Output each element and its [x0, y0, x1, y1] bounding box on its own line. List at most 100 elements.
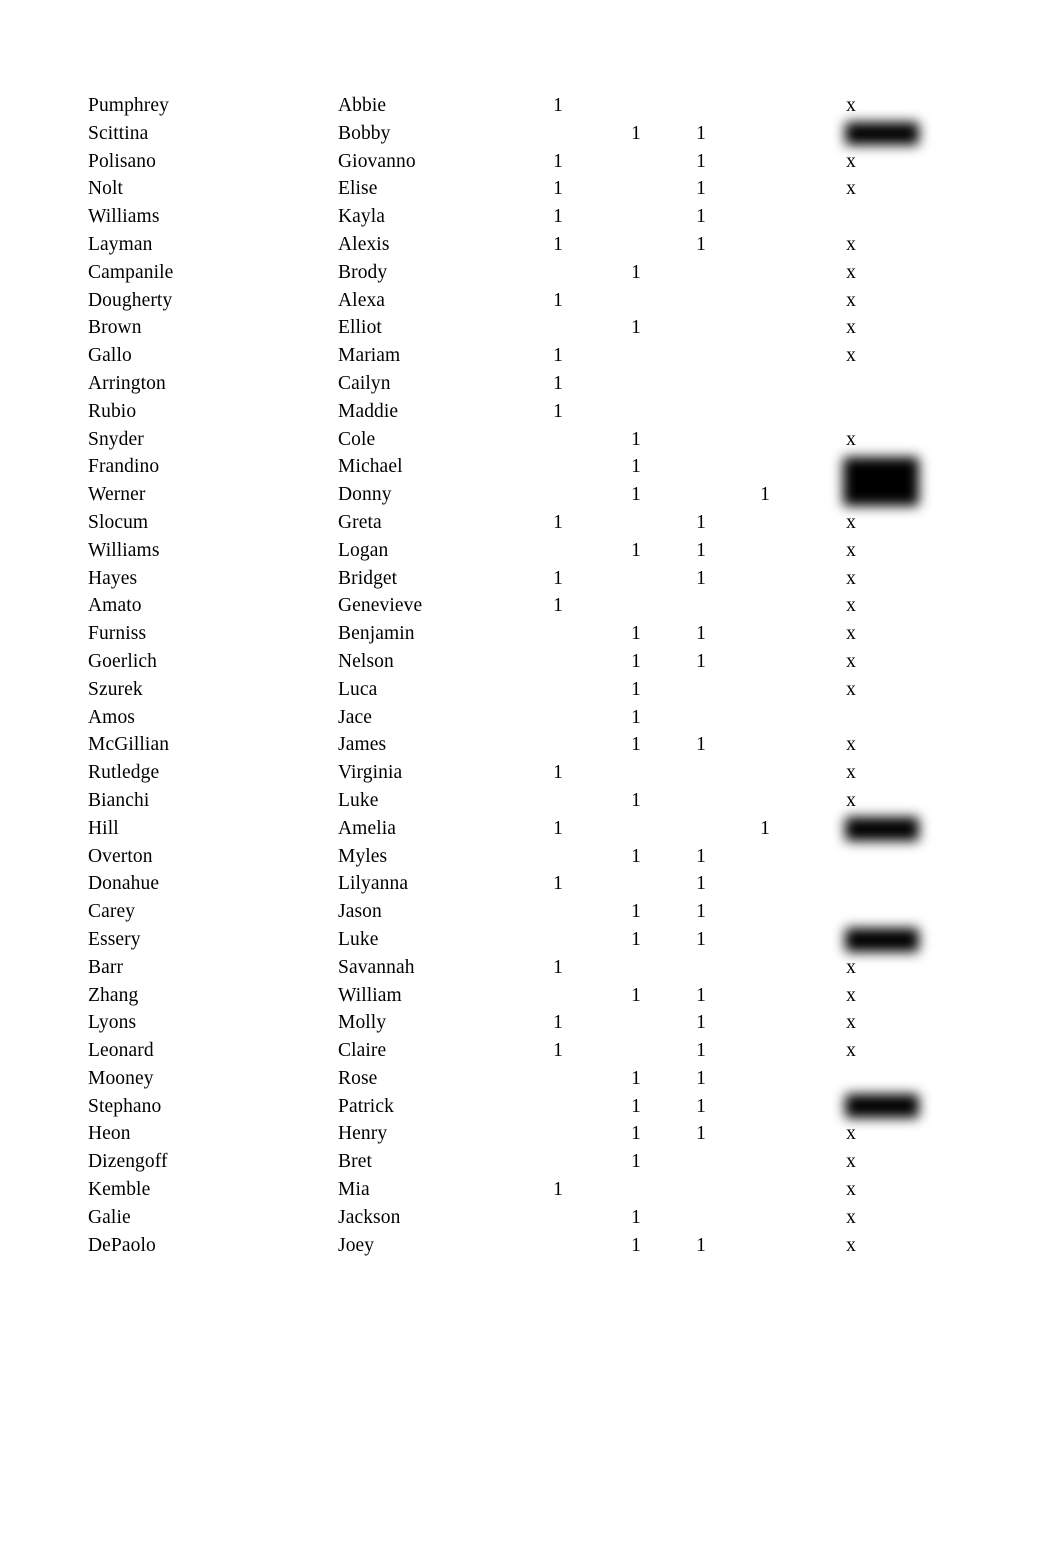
mark-cell: x — [846, 317, 856, 339]
value-cell-4: 1 — [760, 817, 770, 839]
first-name-cell: Benjamin — [338, 623, 415, 645]
table-row: Rutledge Virginia 1 x — [0, 762, 1062, 790]
last-name-cell: Polisano — [88, 150, 156, 172]
value-cell-3: 1 — [696, 178, 706, 200]
value-cell-2: 1 — [631, 706, 641, 728]
first-name-cell: Bridget — [338, 567, 398, 589]
last-name-cell: Rutledge — [88, 762, 160, 784]
value-cell-1: 1 — [553, 150, 563, 172]
mark-cell: x — [846, 178, 856, 200]
table-row: Nolt Elise 1 1 x — [0, 178, 1062, 206]
roster-sheet: Pumphrey Abbie 1 x Scittina Bobby 1 1 Polisano Gi… — [0, 0, 1062, 1561]
value-cell-2: 1 — [631, 1151, 641, 1173]
mark-cell: x — [846, 233, 856, 255]
mark-cell: x — [846, 289, 856, 311]
first-name-cell: Donny — [338, 484, 392, 506]
last-name-cell: Snyder — [88, 428, 144, 450]
table-row: Carey Jason 1 1 — [0, 901, 1062, 929]
table-row: Leonard Claire 1 1 x — [0, 1040, 1062, 1068]
table-row: DePaolo Joey 1 1 x — [0, 1235, 1062, 1263]
first-name-cell: Giovanno — [338, 150, 416, 172]
value-cell-1: 1 — [553, 567, 563, 589]
last-name-cell: Heon — [88, 1123, 131, 1145]
value-cell-2: 1 — [631, 789, 641, 811]
mark-cell: x — [846, 678, 856, 700]
first-name-cell: Amelia — [338, 817, 396, 839]
value-cell-2: 1 — [631, 456, 641, 478]
first-name-cell: Abbie — [338, 95, 387, 116]
mark-cell: x — [846, 1206, 856, 1228]
last-name-cell: Campanile — [88, 261, 174, 283]
first-name-cell: Luke — [338, 928, 379, 950]
first-name-cell: Michael — [338, 456, 403, 478]
value-cell-1: 1 — [553, 95, 563, 116]
last-name-cell: Williams — [88, 539, 160, 561]
value-cell-2: 1 — [631, 984, 641, 1006]
last-name-cell: Werner — [88, 484, 146, 506]
first-name-cell: Genevieve — [338, 595, 423, 617]
last-name-cell: Amos — [88, 706, 135, 728]
value-cell-1: 1 — [553, 511, 563, 533]
value-cell-3: 1 — [696, 623, 706, 645]
first-name-cell: Myles — [338, 845, 388, 867]
last-name-cell: McGillian — [88, 734, 170, 756]
mark-cell: x — [846, 428, 856, 450]
mark-cell: x — [846, 567, 856, 589]
table-row: Amos Jace 1 — [0, 707, 1062, 735]
last-name-cell: Dizengoff — [88, 1151, 168, 1173]
first-name-cell: Rose — [338, 1067, 378, 1089]
table-row: Bianchi Luke 1 x — [0, 790, 1062, 818]
table-row: McGillian James 1 1 x — [0, 734, 1062, 762]
last-name-cell: DePaolo — [88, 1234, 156, 1256]
value-cell-4: 1 — [760, 484, 770, 506]
last-name-cell: Slocum — [88, 511, 149, 533]
table-row: Amato Genevieve 1 x — [0, 595, 1062, 623]
first-name-cell: Jackson — [338, 1206, 401, 1228]
value-cell-2: 1 — [631, 901, 641, 923]
value-cell-3: 1 — [696, 1234, 706, 1256]
last-name-cell: Dougherty — [88, 289, 173, 311]
table-row: Rubio Maddie 1 — [0, 401, 1062, 429]
last-name-cell: Nolt — [88, 178, 124, 200]
last-name-cell: Scittina — [88, 122, 149, 144]
mark-cell: x — [846, 984, 856, 1006]
value-cell-2: 1 — [631, 261, 641, 283]
table-row: Kemble Mia 1 x — [0, 1179, 1062, 1207]
last-name-cell: Kemble — [88, 1179, 151, 1201]
mark-cell: x — [846, 261, 856, 283]
value-cell-1: 1 — [553, 400, 563, 422]
value-cell-1: 1 — [553, 956, 563, 978]
last-name-cell: Galie — [88, 1206, 131, 1228]
last-name-cell: Bianchi — [88, 789, 150, 811]
mark-cell: x — [846, 1234, 856, 1256]
value-cell-3: 1 — [696, 1123, 706, 1145]
mark-cell: x — [846, 734, 856, 756]
table-row: Goerlich Nelson 1 1 x — [0, 651, 1062, 679]
first-name-cell: William — [338, 984, 402, 1006]
value-cell-3: 1 — [696, 511, 706, 533]
first-name-cell: Molly — [338, 1012, 387, 1034]
value-cell-3: 1 — [696, 984, 706, 1006]
last-name-cell: Layman — [88, 233, 153, 255]
table-row: Stephano Patrick 1 1 — [0, 1096, 1062, 1124]
table-row: Scittina Bobby 1 1 — [0, 123, 1062, 151]
value-cell-1: 1 — [553, 817, 563, 839]
mark-cell: x — [846, 95, 856, 116]
last-name-cell: Essery — [88, 928, 141, 950]
value-cell-1: 1 — [553, 762, 563, 784]
last-name-cell: Szurek — [88, 678, 143, 700]
table-row: Frandino Michael 1 — [0, 456, 1062, 484]
mark-cell: x — [846, 650, 856, 672]
first-name-cell: Elliot — [338, 317, 382, 339]
last-name-cell: Barr — [88, 956, 124, 978]
last-name-cell: Leonard — [88, 1040, 154, 1062]
last-name-cell: Hill — [88, 817, 119, 839]
value-cell-1: 1 — [553, 1179, 563, 1201]
table-row: Mooney Rose 1 1 — [0, 1068, 1062, 1096]
roster-row-list: Pumphrey Abbie 1 x Scittina Bobby 1 1 Polisano Gi… — [0, 95, 1062, 1262]
value-cell-2: 1 — [631, 428, 641, 450]
value-cell-3: 1 — [696, 1095, 706, 1117]
first-name-cell: Cole — [338, 428, 376, 450]
first-name-cell: Nelson — [338, 650, 394, 672]
table-row: Campanile Brody 1 x — [0, 262, 1062, 290]
